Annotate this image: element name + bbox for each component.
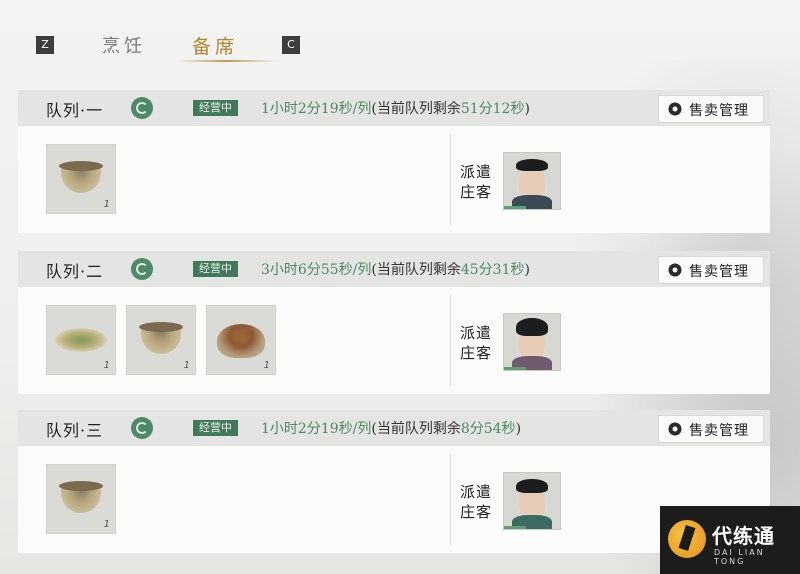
sell-management-button[interactable]: 售卖管理 [658,256,764,284]
queue-time: 3小时6分55秒/列(当前队列剩余45分31秒) [261,262,530,278]
dispatch-worker-label: 派遣 庄客 [460,483,493,521]
queue-panel-2: 队列·二 经营中 3小时6分55秒/列(当前队列剩余45分31秒) 售卖管理 1… [18,251,770,394]
cycle-icon[interactable] [131,97,153,119]
dish-slot[interactable]: 1 [46,464,116,534]
status-badge: 经营中 [193,420,238,436]
stamina-bar [504,206,526,209]
bowl-icon [59,481,103,513]
queue-name: 队列·二 [46,262,104,281]
divider [450,454,451,545]
queue-body: 1 1 1 派遣 庄客 [18,287,770,394]
dish-slot[interactable]: 1 [126,305,196,375]
tab-bar: Z 烹饪 备席 C [0,30,800,70]
divider [450,295,451,386]
dish-slot[interactable]: 1 [206,305,276,375]
plate-icon [55,328,107,352]
stamina-bar [504,526,526,529]
queue-name: 队列·一 [46,101,104,120]
queue-name: 队列·三 [46,421,104,440]
stamina-bar [504,367,526,370]
tab-banquet-prep[interactable]: 备席 [192,32,238,59]
dish-slot[interactable]: 1 [46,144,116,214]
queue-panel-1: 队列·一 经营中 1小时2分19秒/列(当前队列剩余51分12秒) 售卖管理 1… [18,90,770,233]
status-badge: 经营中 [193,100,238,116]
queue-panel-3: 队列·三 经营中 1小时2分19秒/列(当前队列剩余8分54秒) 售卖管理 1 … [18,410,770,553]
queue-time: 1小时2分19秒/列(当前队列剩余8分54秒) [261,421,522,437]
prev-tab-key-hint[interactable]: Z [36,36,54,54]
queue-time: 1小时2分19秒/列(当前队列剩余51分12秒) [261,101,530,117]
hat-icon [516,159,548,171]
worker-portrait[interactable] [503,152,561,210]
queue-body: 1 派遣 庄客 [18,446,770,553]
active-tab-indicator [176,60,276,62]
gear-icon [668,263,682,277]
queue-header: 队列·二 经营中 3小时6分55秒/列(当前队列剩余45分31秒) 售卖管理 [18,251,770,287]
worker-portrait[interactable] [503,472,561,530]
queue-body: 1 派遣 庄客 [18,126,770,233]
sell-management-button[interactable]: 售卖管理 [658,95,764,123]
dish-slot[interactable]: 1 [46,305,116,375]
next-tab-key-hint[interactable]: C [282,36,300,54]
gear-icon [668,102,682,116]
logo-mark-icon [668,520,706,558]
bowl-icon [139,322,183,354]
dispatch-worker-label: 派遣 庄客 [460,324,493,362]
soup-icon [217,324,265,358]
cycle-icon[interactable] [131,258,153,280]
queue-header: 队列·三 经营中 1小时2分19秒/列(当前队列剩余8分54秒) 售卖管理 [18,410,770,446]
queue-header: 队列·一 经营中 1小时2分19秒/列(当前队列剩余51分12秒) 售卖管理 [18,90,770,126]
bowl-icon [59,161,103,193]
status-badge: 经营中 [193,261,238,277]
hair-icon [516,318,548,336]
sell-management-button[interactable]: 售卖管理 [658,415,764,443]
dispatch-worker-label: 派遣 庄客 [460,163,493,201]
divider [450,134,451,225]
gear-icon [668,422,682,436]
tab-cooking[interactable]: 烹饪 [102,32,146,58]
watermark-logo: 代练通 DAI LIAN TONG [660,506,800,574]
hair-icon [516,479,548,493]
worker-portrait[interactable] [503,313,561,371]
cycle-icon[interactable] [131,417,153,439]
